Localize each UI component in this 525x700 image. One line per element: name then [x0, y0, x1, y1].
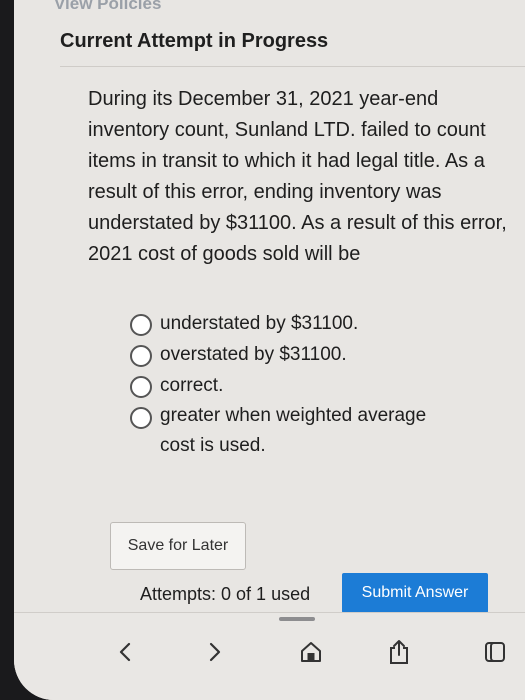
- page-heading: Current Attempt in Progress: [60, 30, 329, 52]
- answer-option[interactable]: understated by $31100.: [130, 308, 460, 339]
- radio-button[interactable]: [130, 314, 152, 336]
- home-icon[interactable]: [296, 637, 326, 667]
- forward-icon[interactable]: [200, 637, 230, 667]
- browser-toolbar: [14, 612, 525, 700]
- answer-option[interactable]: overstated by $31100.: [130, 339, 460, 370]
- share-icon[interactable]: [384, 637, 414, 667]
- back-icon[interactable]: [110, 637, 140, 667]
- option-label: overstated by $31100.: [160, 344, 347, 365]
- radio-button[interactable]: [130, 376, 152, 398]
- answer-option[interactable]: greater when weighted average cost is us…: [130, 401, 460, 461]
- view-policies-link[interactable]: View Policies: [54, 0, 161, 14]
- divider: [60, 66, 525, 67]
- submit-answer-button[interactable]: Submit Answer: [342, 573, 488, 613]
- question-text: During its December 31, 2021 year-end in…: [88, 88, 507, 265]
- option-label: correct.: [160, 375, 224, 396]
- grabber-handle[interactable]: [279, 617, 315, 621]
- radio-button[interactable]: [130, 345, 152, 367]
- save-for-later-button[interactable]: Save for Later: [110, 522, 246, 570]
- option-label: greater when weighted average cost is us…: [160, 405, 427, 456]
- tabs-icon[interactable]: [480, 637, 510, 667]
- answer-option[interactable]: correct.: [130, 370, 460, 401]
- option-label: understated by $31100.: [160, 313, 359, 334]
- attempts-counter: Attempts: 0 of 1 used: [140, 584, 311, 604]
- answer-options: understated by $31100. overstated by $31…: [130, 308, 460, 461]
- screen: View Policies Current Attempt in Progres…: [14, 0, 525, 700]
- radio-button[interactable]: [130, 407, 152, 429]
